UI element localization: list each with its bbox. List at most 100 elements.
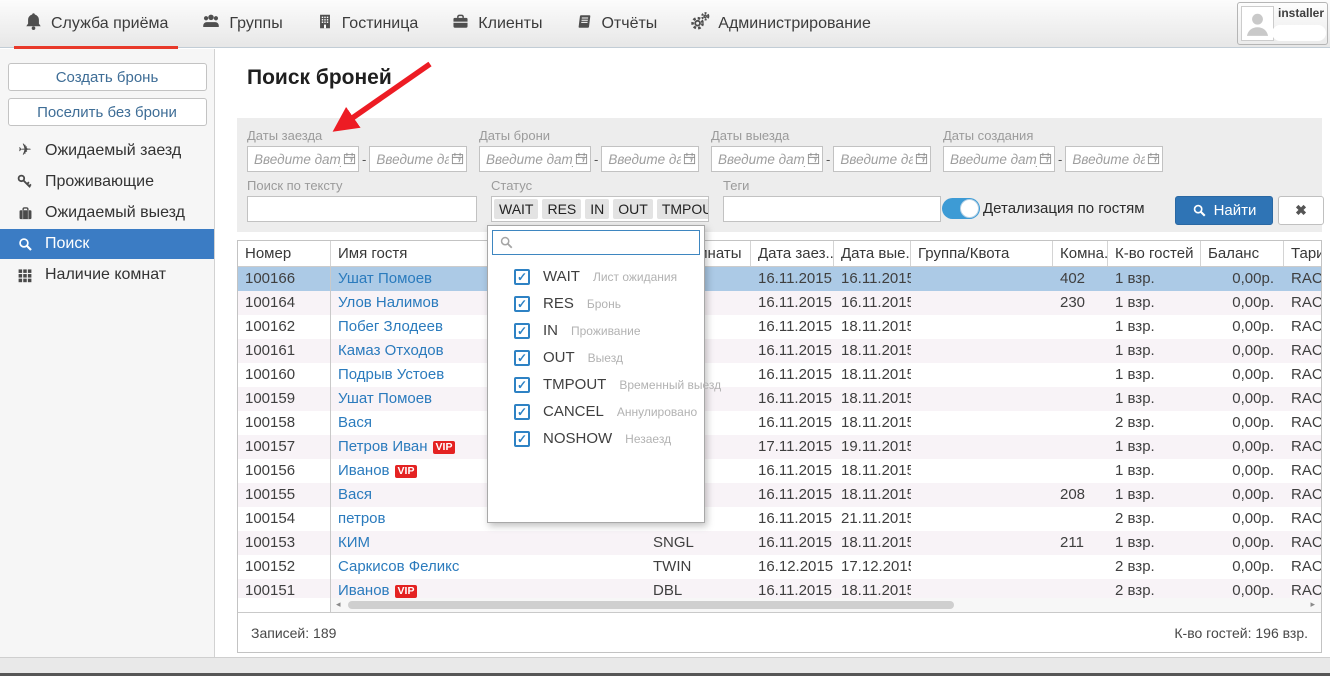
guest-name-link[interactable]: Побег Злодеев bbox=[338, 318, 443, 335]
tags-input[interactable] bbox=[723, 196, 941, 222]
scrollbar-track[interactable]: ◂ ▸ bbox=[331, 598, 1321, 612]
table-row[interactable]: 100151 Иванов VIP DBL 16.11.2015 18.11.20… bbox=[238, 579, 1321, 598]
status-option[interactable]: TMPOUT Временный выезд bbox=[488, 371, 721, 398]
cell-date-in: 16.11.2015 bbox=[758, 390, 832, 407]
tab-groups[interactable]: Группы bbox=[191, 0, 292, 48]
checkin-without-booking-button[interactable]: Поселить без брони bbox=[7, 98, 207, 126]
tab-reports[interactable]: Отчёты bbox=[565, 0, 667, 48]
col-header-rate[interactable]: Тариф bbox=[1284, 241, 1321, 266]
calendar-icon[interactable] bbox=[915, 152, 928, 170]
calendar-icon[interactable] bbox=[1147, 152, 1160, 170]
table-row[interactable]: 100157 Петров Иван VIP 17.11.2015 19.11.2… bbox=[238, 435, 1321, 459]
cell-room: 402 bbox=[1060, 270, 1086, 287]
calendar-icon[interactable] bbox=[343, 152, 356, 170]
find-button[interactable]: Найти bbox=[1175, 196, 1273, 225]
sidebar-item-expected-departure[interactable]: Ожидаемый выезд bbox=[0, 198, 214, 228]
grid-icon bbox=[16, 266, 34, 284]
user-panel[interactable]: installer bbox=[1237, 2, 1328, 45]
table-row[interactable]: 100159 Ушат ПомоевVIP 16.11.2015 18.11.2… bbox=[238, 387, 1321, 411]
status-tag[interactable]: WAIT bbox=[494, 199, 539, 219]
status-tag[interactable]: RES bbox=[542, 199, 582, 219]
checkbox-checked-icon[interactable] bbox=[514, 268, 530, 285]
checkbox-checked-icon[interactable] bbox=[514, 295, 530, 312]
guest-name-link[interactable]: Камаз Отходов bbox=[338, 342, 444, 359]
guest-name-link[interactable]: петров bbox=[338, 510, 386, 527]
sidebar-item-in-house[interactable]: Проживающие bbox=[0, 167, 214, 197]
cell-rate: RACK bbox=[1291, 582, 1321, 598]
calendar-icon[interactable] bbox=[807, 152, 820, 170]
guest-name-link[interactable]: Подрыв Устоев bbox=[338, 366, 444, 383]
sidebar-item-search[interactable]: Поиск bbox=[0, 229, 214, 259]
col-header-guest-count[interactable]: К-во гостей bbox=[1108, 241, 1201, 266]
status-tag[interactable]: IN bbox=[585, 199, 610, 219]
status-option[interactable]: OUT Выезд bbox=[488, 344, 704, 371]
col-header-room[interactable]: Комна... bbox=[1053, 241, 1108, 266]
table-row[interactable]: 100155 ВасяVIP 16.11.2015 18.11.2015 208… bbox=[238, 483, 1321, 507]
table-row[interactable]: 100154 петровVIP DBL 16.11.2015 21.11.20… bbox=[238, 507, 1321, 531]
tab-hotel[interactable]: Гостиница bbox=[306, 0, 429, 48]
calendar-icon[interactable] bbox=[683, 152, 696, 170]
scroll-left-icon[interactable]: ◂ bbox=[336, 599, 341, 610]
checkbox-checked-icon[interactable] bbox=[514, 376, 530, 393]
status-option[interactable]: NOSHOW Незаезд bbox=[488, 425, 704, 452]
checkbox-checked-icon[interactable] bbox=[514, 430, 530, 447]
guest-name-link[interactable]: Иванов bbox=[338, 462, 390, 479]
vip-badge: VIP bbox=[394, 585, 418, 598]
status-option[interactable]: WAIT Лист ожидания bbox=[488, 263, 704, 290]
tab-front-desk[interactable]: Служба приёма bbox=[14, 0, 179, 49]
checkbox-checked-icon[interactable] bbox=[514, 349, 530, 366]
guest-name-link[interactable]: КИМ bbox=[338, 534, 370, 551]
table-row[interactable]: 100166 Ушат ПомоевVIP 16.11.2015 16.11.2… bbox=[238, 267, 1321, 291]
status-dropdown-search-input[interactable] bbox=[492, 230, 700, 255]
table-row[interactable]: 100153 КИМVIP SNGL 16.11.2015 18.11.2015… bbox=[238, 531, 1321, 555]
cell-room bbox=[1053, 555, 1108, 579]
cell-balance: 0,00р. bbox=[1232, 486, 1274, 503]
close-icon: ✖ bbox=[1295, 202, 1307, 218]
col-header-group-quota[interactable]: Группа/Квота bbox=[911, 241, 1053, 266]
table-row[interactable]: 100162 Побег ЗлодеевVIP 16.11.2015 18.11… bbox=[238, 315, 1321, 339]
col-header-date-in[interactable]: Дата заез... bbox=[751, 241, 834, 266]
table-row[interactable]: 100156 Иванов VIP 16.11.2015 18.11.2015 1… bbox=[238, 459, 1321, 483]
table-row[interactable]: 100160 Подрыв УстоевVIP 16.11.2015 18.11… bbox=[238, 363, 1321, 387]
sidebar-item-expected-arrival[interactable]: ✈ Ожидаемый заезд bbox=[0, 136, 214, 166]
guest-name-link[interactable]: Улов Налимов bbox=[338, 294, 439, 311]
guest-name-link[interactable]: Ушат Помоев bbox=[338, 270, 432, 287]
col-header-balance[interactable]: Баланс bbox=[1201, 241, 1284, 266]
checkbox-checked-icon[interactable] bbox=[514, 403, 530, 420]
sidebar-item-room-availability[interactable]: Наличие комнат bbox=[0, 260, 214, 290]
guest-name-link[interactable]: Петров Иван bbox=[338, 438, 428, 455]
clear-filters-button[interactable]: ✖ bbox=[1278, 196, 1324, 225]
status-tag[interactable]: TMPOUT bbox=[656, 199, 708, 219]
grid-header-row: Номер Имя гостя Тип комнаты Дата заез...… bbox=[238, 241, 1321, 267]
guest-name-link[interactable]: Саркисов Феликс bbox=[338, 558, 459, 575]
create-booking-button[interactable]: Создать бронь bbox=[7, 63, 207, 91]
tab-administration[interactable]: Администрирование bbox=[680, 0, 881, 48]
cell-group-quota bbox=[911, 531, 1053, 555]
table-row[interactable]: 100152 Саркисов ФеликсVIP TWIN 16.12.201… bbox=[238, 555, 1321, 579]
guest-name-link[interactable]: Вася bbox=[338, 486, 372, 503]
col-header-number[interactable]: Номер bbox=[238, 241, 331, 266]
col-header-date-out[interactable]: Дата вые... bbox=[834, 241, 911, 266]
tab-clients[interactable]: Клиенты bbox=[441, 0, 552, 48]
status-option[interactable]: CANCEL Аннулировано bbox=[488, 398, 704, 425]
table-row[interactable]: 100158 ВасяVIP 16.11.2015 18.11.2015 2 в… bbox=[238, 411, 1321, 435]
checkbox-checked-icon[interactable] bbox=[514, 322, 530, 339]
status-option[interactable]: IN Проживание bbox=[488, 317, 704, 344]
calendar-icon[interactable] bbox=[1039, 152, 1052, 170]
status-option[interactable]: RES Бронь bbox=[488, 290, 704, 317]
table-row[interactable]: 100164 Улов НалимовVIP 16.11.2015 16.11.… bbox=[238, 291, 1321, 315]
status-tags-field[interactable]: WAITRESINOUTTMPOUTCAN bbox=[491, 196, 709, 222]
scroll-right-icon[interactable]: ▸ bbox=[1310, 599, 1315, 610]
scrollbar-thumb[interactable] bbox=[348, 601, 954, 609]
guest-detail-toggle[interactable] bbox=[942, 198, 980, 219]
guest-name-link[interactable]: Ушат Помоев bbox=[338, 390, 432, 407]
guest-name-link[interactable]: Вася bbox=[338, 414, 372, 431]
calendar-icon[interactable] bbox=[575, 152, 588, 170]
status-code: CANCEL bbox=[543, 403, 604, 420]
cell-date-in: 16.11.2015 bbox=[758, 294, 832, 311]
table-row[interactable]: 100161 Камаз ОтходовVIP 16.11.2015 18.11… bbox=[238, 339, 1321, 363]
guest-name-link[interactable]: Иванов bbox=[338, 582, 390, 598]
calendar-icon[interactable] bbox=[451, 152, 464, 170]
text-search-input[interactable] bbox=[247, 196, 477, 222]
status-tag[interactable]: OUT bbox=[613, 199, 653, 219]
